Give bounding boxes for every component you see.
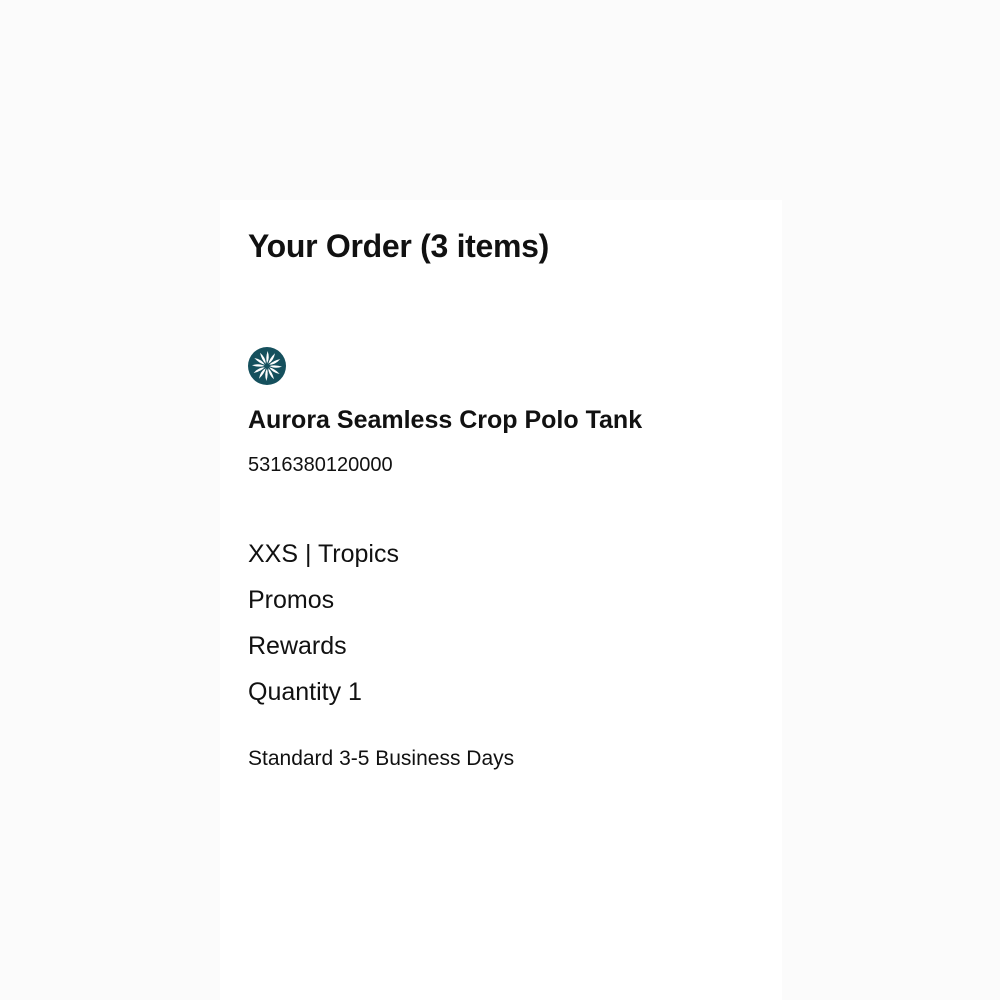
logo-petal [269, 365, 282, 368]
product-sku: 5316380120000 [248, 454, 393, 476]
promos-label[interactable]: Promos [248, 586, 334, 615]
logo-petal [252, 364, 265, 367]
quantity-label[interactable]: Quantity 1 [248, 678, 362, 707]
product-name[interactable]: Aurora Seamless Crop Polo Tank [248, 406, 642, 435]
order-title: Your Order (3 items) [248, 228, 550, 264]
pinwheel-logo-icon [248, 347, 286, 385]
order-summary-card: Your Order (3 items) Aurora Seamless Cro… [220, 200, 782, 1000]
rewards-label[interactable]: Rewards [248, 632, 347, 661]
logo-petal [265, 368, 268, 381]
product-variant: XXS | Tropics [248, 540, 399, 568]
page: Your Order (3 items) Aurora Seamless Cro… [0, 0, 1000, 1000]
logo-petal [266, 351, 269, 364]
shipping-method: Standard 3-5 Business Days [248, 747, 515, 770]
